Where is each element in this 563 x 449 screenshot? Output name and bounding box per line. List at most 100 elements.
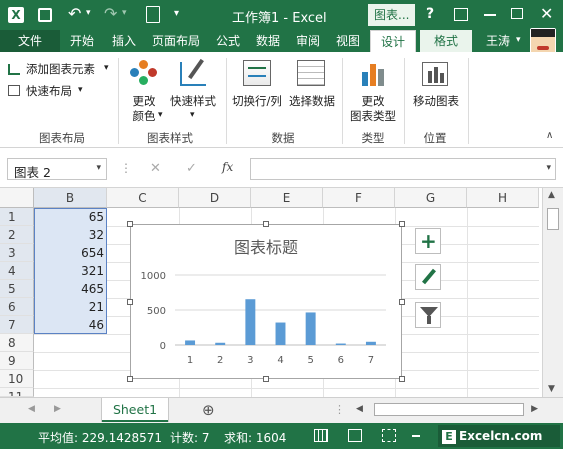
resize-handle[interactable] [263,221,269,227]
bar[interactable] [245,299,256,345]
resize-handle[interactable] [263,376,269,382]
tab-split-grip-icon[interactable]: ⋮ [334,403,345,416]
confirm-entry-button[interactable]: ✓ [186,161,197,176]
row-header[interactable]: 10 [0,370,34,388]
row-header[interactable]: 3 [0,244,34,262]
add-element-dropdown-icon[interactable]: ▾ [104,63,109,73]
cell-b2[interactable]: 32 [35,226,104,244]
tab-review[interactable]: 审阅 [288,30,328,52]
column-header-c[interactable]: C [107,188,179,208]
tab-page-layout[interactable]: 页面布局 [146,30,206,52]
scroll-right-icon[interactable]: ▶ [531,404,538,414]
page-layout-view-icon[interactable] [348,429,362,442]
scroll-down-icon[interactable]: ▼ [548,384,555,394]
normal-view-icon[interactable] [314,429,328,442]
ribbon-display-options-icon[interactable] [454,8,468,21]
prev-sheet-icon[interactable]: ◀ [28,404,35,414]
cell-b4[interactable]: 321 [35,262,104,280]
row-header[interactable]: 6 [0,298,34,316]
cell-b7[interactable]: 46 [35,316,104,334]
minimize-icon[interactable] [484,14,496,16]
resize-handle[interactable] [127,299,133,305]
chart-elements-button[interactable]: + [415,228,441,254]
resize-handle[interactable] [127,221,133,227]
horizontal-scroll-thumb[interactable] [374,403,524,416]
quick-styles-dropdown-icon[interactable]: ▾ [190,110,195,120]
name-box[interactable]: 图表 2 ▾ [7,158,107,180]
user-dropdown-icon[interactable]: ▾ [516,35,521,45]
undo-icon[interactable]: ↶ [68,4,81,23]
quick-layout-button[interactable]: 快速布局 [26,84,72,98]
restore-icon[interactable] [511,8,523,19]
chart-object[interactable]: 图表标题 1000 500 0 1 2 3 4 5 6 7 [130,224,402,379]
change-colors-dropdown-icon[interactable]: ▾ [158,110,163,120]
tab-file[interactable]: 文件 [0,30,60,52]
worksheet-grid[interactable]: B C D E F G H 1 2 3 4 5 6 7 8 9 10 11 65… [0,188,563,397]
horizontal-scrollbar[interactable]: ◀ ▶ [352,402,542,418]
new-sheet-button[interactable]: ⊕ [202,401,215,419]
cell-b1[interactable]: 65 [35,208,104,226]
chart-filters-button[interactable] [415,302,441,328]
column-header-d[interactable]: D [179,188,251,208]
zoom-out-icon[interactable] [412,435,420,437]
row-header[interactable]: 9 [0,352,34,370]
chart-title[interactable]: 图表标题 [234,238,298,257]
bar[interactable] [215,342,226,345]
cell-b6[interactable]: 21 [35,298,104,316]
vertical-scrollbar[interactable]: ▲ ▼ [542,188,563,397]
change-chart-type-label[interactable]: 更改 [356,94,390,108]
row-header[interactable]: 8 [0,334,34,352]
bar[interactable] [185,340,196,345]
select-data-button[interactable]: 选择数据 [286,94,338,108]
avatar[interactable] [530,28,556,54]
page-break-view-icon[interactable] [382,429,396,442]
column-header-g[interactable]: G [395,188,467,208]
tab-format[interactable]: 格式 [420,30,472,52]
expand-formula-bar-icon[interactable]: ▾ [546,163,551,173]
change-chart-type-button[interactable]: 图表类型 [346,109,400,123]
bar[interactable] [335,343,346,345]
print-preview-icon[interactable] [146,6,160,23]
column-header-e[interactable]: E [251,188,323,208]
resize-handle[interactable] [399,299,405,305]
tab-home[interactable]: 开始 [62,30,102,52]
add-chart-element-button[interactable]: 添加图表元素 [26,62,95,76]
bar[interactable] [305,312,316,345]
scroll-left-icon[interactable]: ◀ [356,404,363,414]
select-all-corner[interactable] [0,188,34,208]
cell-b3[interactable]: 654 [35,244,104,262]
bar[interactable] [275,322,286,345]
bar[interactable] [365,341,376,345]
customize-qat-icon[interactable]: ▾ [174,8,179,19]
sheet-tab-sheet1[interactable]: Sheet1 [102,398,168,422]
tab-data[interactable]: 数据 [248,30,288,52]
chart-styles-button[interactable] [415,264,441,290]
quick-styles-button[interactable]: 快速样式 [166,94,220,108]
row-header[interactable]: 11 [0,388,34,397]
tab-insert[interactable]: 插入 [104,30,144,52]
cell-b5[interactable]: 465 [35,280,104,298]
tab-design[interactable]: 设计 [370,30,416,52]
column-header-f[interactable]: F [323,188,395,208]
name-box-dropdown-icon[interactable]: ▾ [96,163,101,173]
row-header[interactable]: 1 [0,208,34,226]
move-chart-button[interactable]: 移动图表 [408,94,464,108]
quick-layout-dropdown-icon[interactable]: ▾ [78,85,83,95]
close-icon[interactable]: ✕ [540,4,553,23]
vertical-scroll-thumb[interactable] [547,208,559,230]
redo-icon[interactable]: ↷ [104,4,117,23]
formula-input[interactable]: ▾ [250,158,556,180]
undo-dropdown-icon[interactable]: ▾ [86,8,91,18]
column-header-h[interactable]: H [467,188,539,208]
insert-function-button[interactable]: fx [222,160,233,174]
column-header-b[interactable]: B [34,188,107,208]
collapse-ribbon-icon[interactable]: ∧ [546,130,553,141]
row-header[interactable]: 4 [0,262,34,280]
scroll-up-icon[interactable]: ▲ [548,190,555,200]
help-button[interactable]: ? [426,6,434,22]
cancel-entry-button[interactable]: ✕ [150,161,161,176]
change-colors-label[interactable]: 更改 [128,94,160,108]
save-icon[interactable] [38,8,52,22]
resize-handle[interactable] [399,376,405,382]
switch-row-column-button[interactable]: 切换行/列 [228,94,286,108]
